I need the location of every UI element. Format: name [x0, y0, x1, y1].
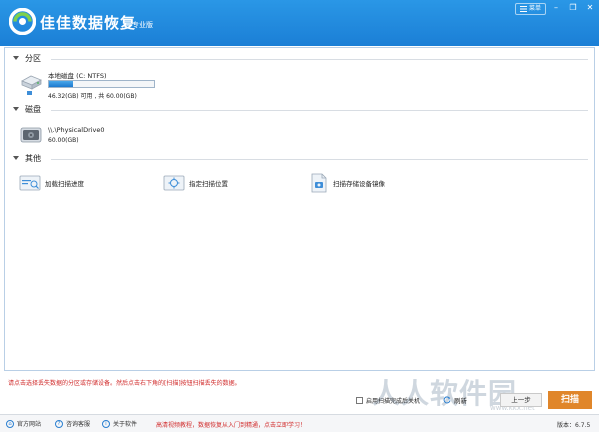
support-icon: ?	[55, 419, 63, 428]
customer-support-label: 咨询客服	[66, 421, 91, 428]
scan-device-image-label: 扫描存储设备镜像	[333, 180, 385, 188]
hard-disk-icon	[20, 127, 42, 143]
refresh-button[interactable]: 刷新	[443, 395, 467, 405]
partition-drive-icon	[21, 75, 42, 95]
divider	[51, 159, 588, 160]
instruction-hint: 请点击选择丢失数据的分区或存储设备。然后点击右下角的[扫描]按钮扫描丢失的数据。	[8, 380, 241, 387]
scan-location-icon	[163, 175, 185, 191]
close-button[interactable]: ✕	[584, 3, 596, 14]
shutdown-after-scan-option[interactable]: 启用扫描完成后关机	[356, 396, 420, 405]
section-other-label: 其他	[25, 154, 41, 163]
menu-label: 菜单	[529, 5, 542, 12]
app-edition: 专业版	[132, 21, 153, 29]
version-text: 版本：6.7.5	[557, 422, 591, 429]
minimize-button[interactable]: –	[550, 3, 562, 14]
official-website-label: 官方网站	[17, 421, 42, 428]
section-disk-header[interactable]: 磁盘	[5, 103, 594, 117]
partition-size: 46.32(GB) 可用 , 共 60.00(GB)	[48, 93, 137, 100]
section-other-header[interactable]: 其他	[5, 152, 594, 166]
partition-usage-fill	[49, 81, 74, 87]
shutdown-checkbox-label: 启用扫描完成后关机	[366, 398, 421, 405]
about-software-link[interactable]: i 关于软件	[102, 419, 137, 428]
section-partition-header[interactable]: 分区	[5, 52, 594, 66]
partition-item-c[interactable]: 本地磁盘 (C: NTFS) 46.32(GB) 可用 , 共 60.00(GB…	[15, 66, 175, 102]
video-tutorial-link[interactable]: 高清视频教程，数据恢复从入门到精通，点击立即学习！	[156, 420, 306, 429]
maximize-button[interactable]: ❐	[567, 3, 579, 14]
section-partition-label: 分区	[25, 54, 41, 63]
refresh-icon	[443, 396, 451, 404]
close-icon: ✕	[586, 3, 594, 12]
load-scan-progress-label: 加载扫描进度	[45, 180, 84, 188]
customer-support-link[interactable]: ? 咨询客服	[55, 419, 90, 428]
disk-item-physicaldrive0[interactable]: \\.\PhysicalDrive0 60.00(GB)	[15, 120, 155, 150]
previous-step-button[interactable]: 上一步	[500, 393, 542, 407]
app-title: 佳佳数据恢复	[40, 14, 137, 32]
partition-name: 本地磁盘 (C: NTFS)	[48, 72, 107, 80]
restore-icon: ❐	[569, 3, 577, 12]
collapse-arrow-icon	[13, 107, 19, 111]
disk-size: 60.00(GB)	[48, 137, 79, 144]
collapse-arrow-icon	[13, 56, 19, 60]
about-software-label: 关于软件	[113, 421, 138, 428]
section-disk-label: 磁盘	[25, 105, 41, 114]
scan-button[interactable]: 扫描	[548, 391, 592, 409]
divider	[51, 110, 588, 111]
specify-scan-location-button[interactable]: 指定扫描位置	[163, 174, 228, 192]
shutdown-checkbox[interactable]	[356, 397, 363, 404]
divider	[51, 59, 588, 60]
collapse-arrow-icon	[13, 156, 19, 160]
menu-icon	[520, 6, 527, 12]
scan-device-image-button[interactable]: 扫描存储设备镜像	[309, 172, 385, 194]
app-logo-icon	[9, 8, 36, 35]
home-icon: ⌂	[6, 419, 14, 428]
specify-scan-location-label: 指定扫描位置	[189, 180, 228, 188]
partition-usage-bar	[48, 80, 155, 88]
watermark-text: 人人软件园	[372, 377, 518, 410]
disk-name: \\.\PhysicalDrive0	[48, 126, 105, 134]
refresh-label: 刷新	[454, 397, 467, 405]
menu-button[interactable]: 菜单	[515, 3, 547, 15]
load-progress-icon	[19, 175, 41, 191]
load-scan-progress-button[interactable]: 加载扫描进度	[19, 174, 84, 192]
status-bar: ⌂ 官方网站 ? 咨询客服 i 关于软件 高清视频教程，数据恢复从入门到精通，点…	[0, 414, 599, 432]
official-website-link[interactable]: ⌂ 官方网站	[6, 419, 41, 428]
main-panel: 分区 本地磁盘 (C: NTFS) 46.32(GB) 可用 , 共 60.00…	[4, 47, 595, 371]
device-image-icon	[311, 173, 327, 193]
info-icon: i	[102, 419, 110, 428]
minimize-icon: –	[554, 3, 558, 12]
title-bar: 佳佳数据恢复 专业版 菜单 – ❐ ✕	[0, 0, 599, 46]
